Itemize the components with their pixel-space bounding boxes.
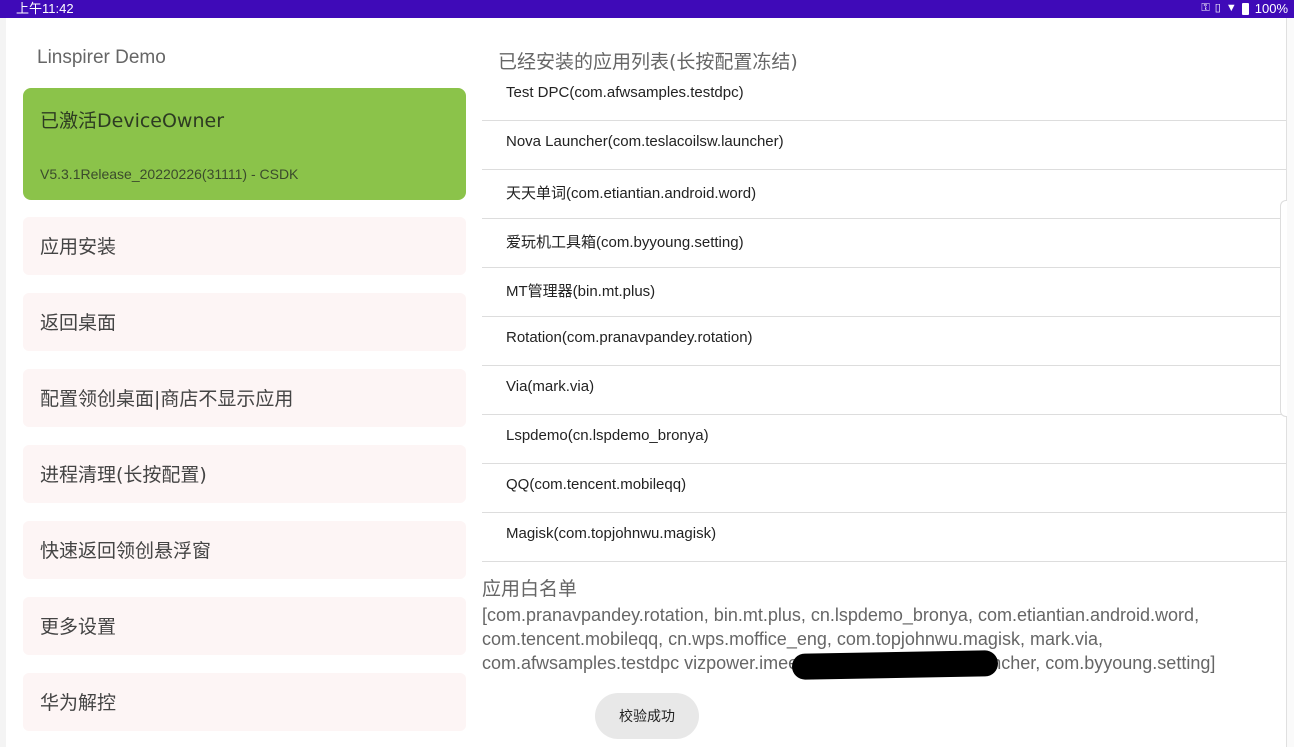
return-home-button[interactable]: 返回桌面 bbox=[23, 293, 466, 351]
app-title: Linspirer Demo bbox=[37, 47, 166, 68]
toast-message: 校验成功 bbox=[595, 693, 699, 739]
menu-label: 配置领创桌面|商店不显示应用 bbox=[40, 388, 294, 410]
list-item[interactable]: Rotation(com.pranavpandey.rotation) bbox=[482, 317, 1286, 366]
background-window-edge-right bbox=[1286, 18, 1294, 747]
quick-return-floating-window-button[interactable]: 快速返回领创悬浮窗 bbox=[23, 521, 466, 579]
version-label: V5.3.1Release_20220226(31111) - CSDK bbox=[40, 166, 299, 182]
app-name: Nova Launcher(com.teslacoilsw.launcher) bbox=[506, 133, 784, 150]
menu-label: 更多设置 bbox=[40, 616, 117, 638]
vibrate-icon: ▯ bbox=[1214, 2, 1221, 14]
app-name: Rotation(com.pranavpandey.rotation) bbox=[506, 329, 753, 346]
battery-percent: 100% bbox=[1254, 1, 1288, 16]
background-window-edge-left bbox=[0, 18, 6, 747]
status-icons: ⚿ ▯ ▼ 100% bbox=[1201, 0, 1288, 17]
list-item[interactable]: Nova Launcher(com.teslacoilsw.launcher) bbox=[482, 121, 1286, 170]
menu-label: 华为解控 bbox=[40, 692, 117, 714]
more-settings-button[interactable]: 更多设置 bbox=[23, 597, 466, 655]
list-item[interactable]: 天天单词(com.etiantian.android.word) bbox=[482, 170, 1286, 219]
device-owner-status-card[interactable]: 已激活DeviceOwner V5.3.1Release_20220226(31… bbox=[23, 88, 466, 200]
list-item[interactable]: MT管理器(bin.mt.plus) bbox=[482, 268, 1286, 317]
list-item[interactable]: Magisk(com.topjohnwu.magisk) bbox=[482, 513, 1286, 562]
app-name: 爱玩机工具箱(com.byyoung.setting) bbox=[506, 234, 744, 251]
status-time: 上午11:42 bbox=[16, 1, 74, 16]
list-item[interactable]: QQ(com.tencent.mobileqq) bbox=[482, 464, 1286, 513]
list-item[interactable]: 爱玩机工具箱(com.byyoung.setting) bbox=[482, 219, 1286, 268]
configure-launcher-button[interactable]: 配置领创桌面|商店不显示应用 bbox=[23, 369, 466, 427]
menu-label: 应用安装 bbox=[40, 236, 117, 258]
menu-label: 进程清理(长按配置) bbox=[40, 464, 207, 486]
app-window: Linspirer Demo 已激活DeviceOwner V5.3.1Rele… bbox=[7, 18, 1286, 747]
app-name: Test DPC(com.afwsamples.testdpc) bbox=[506, 84, 744, 101]
app-install-button[interactable]: 应用安装 bbox=[23, 217, 466, 275]
app-name: Via(mark.via) bbox=[506, 378, 595, 395]
status-bar: 上午11:42 ⚿ ▯ ▼ 100% bbox=[0, 0, 1294, 18]
app-name: 天天单词(com.etiantian.android.word) bbox=[506, 185, 757, 202]
menu-label: 返回桌面 bbox=[40, 312, 117, 334]
redaction-mark bbox=[791, 650, 999, 680]
key-icon: ⚿ bbox=[1201, 2, 1210, 14]
app-name: Magisk(com.topjohnwu.magisk) bbox=[506, 525, 717, 542]
menu-label: 快速返回领创悬浮窗 bbox=[40, 540, 212, 562]
installed-apps-header: 已经安装的应用列表(长按配置冻结) bbox=[498, 51, 798, 73]
process-cleanup-button[interactable]: 进程清理(长按配置) bbox=[23, 445, 466, 503]
whitelist-header: 应用白名单 bbox=[482, 578, 578, 600]
huawei-unlock-button[interactable]: 华为解控 bbox=[23, 673, 466, 731]
device-owner-status: 已激活DeviceOwner bbox=[40, 110, 225, 132]
list-item[interactable]: Lspdemo(cn.lspdemo_bronya) bbox=[482, 415, 1286, 464]
app-name: QQ(com.tencent.mobileqq) bbox=[506, 476, 687, 493]
list-item[interactable]: Test DPC(com.afwsamples.testdpc) bbox=[482, 72, 1286, 121]
app-name: Lspdemo(cn.lspdemo_bronya) bbox=[506, 427, 709, 444]
list-item[interactable]: Via(mark.via) bbox=[482, 366, 1286, 415]
side-panel-handle[interactable] bbox=[1280, 200, 1287, 417]
battery-icon bbox=[1241, 2, 1249, 15]
app-name: MT管理器(bin.mt.plus) bbox=[506, 283, 656, 300]
wifi-icon: ▼ bbox=[1225, 2, 1237, 14]
